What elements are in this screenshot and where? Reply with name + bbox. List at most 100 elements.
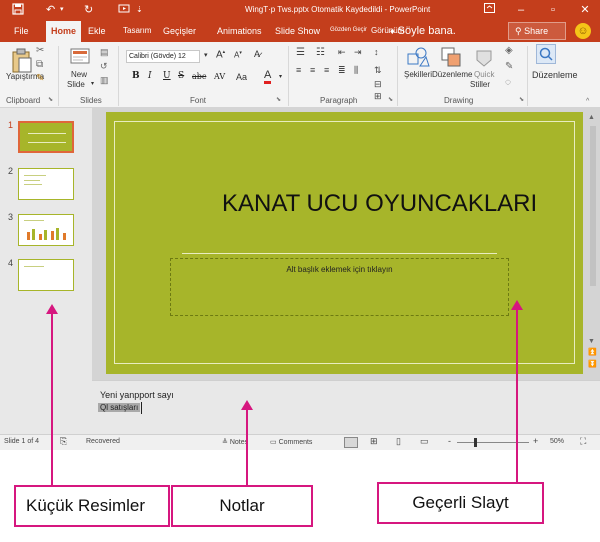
undo-dropdown-icon[interactable]: ▾ bbox=[60, 3, 64, 17]
shapes-label[interactable]: Şekilleri bbox=[404, 70, 432, 79]
tab-slide-show[interactable]: Slide Show bbox=[275, 24, 320, 38]
collapse-ribbon-icon[interactable]: ^ bbox=[586, 98, 589, 105]
notes-pane[interactable]: Yeni yanpport sayı Ql satışları bbox=[92, 380, 600, 434]
notes-toggle[interactable]: ≜ Notes bbox=[222, 438, 248, 446]
new-slide-icon[interactable] bbox=[70, 48, 90, 68]
shapes-icon[interactable] bbox=[406, 46, 430, 70]
vertical-scrollbar[interactable] bbox=[588, 112, 598, 362]
quick-styles-label-1[interactable]: Quick bbox=[474, 70, 494, 79]
scrollbar-thumb[interactable] bbox=[590, 126, 596, 286]
next-slide-icon[interactable]: ⏬ bbox=[588, 360, 597, 368]
arrange-icon[interactable] bbox=[440, 46, 462, 70]
tab-transitions[interactable]: Geçişler bbox=[163, 24, 196, 38]
font-name-box[interactable]: Calibri (Gövde) 12 bbox=[126, 50, 200, 63]
ribbon-display-icon[interactable] bbox=[480, 2, 498, 18]
tab-review[interactable]: Gözden Geçir bbox=[330, 23, 367, 37]
zoom-out-button[interactable]: - bbox=[448, 436, 451, 446]
quick-styles-label-2[interactable]: Stiller bbox=[470, 80, 490, 89]
find-search-icon[interactable] bbox=[536, 44, 556, 64]
increase-font-icon[interactable]: A▴ bbox=[216, 50, 225, 60]
smartart-icon[interactable]: ⊞ bbox=[374, 92, 382, 101]
fit-to-window-icon[interactable]: ⛶ bbox=[580, 436, 586, 447]
slide-sorter-icon[interactable]: ⊞ bbox=[370, 436, 378, 447]
reading-view-icon[interactable]: ▯ bbox=[396, 436, 401, 447]
comments-toggle[interactable]: ▭ Comments bbox=[270, 438, 312, 446]
slide-thumbnail-3[interactable] bbox=[18, 214, 74, 246]
cut-icon[interactable]: ✂ bbox=[36, 46, 44, 56]
clear-formatting-icon[interactable]: A̷ bbox=[254, 50, 260, 59]
align-text-icon[interactable]: ⊟ bbox=[374, 80, 382, 89]
character-spacing-button[interactable]: AV bbox=[214, 72, 225, 81]
save-icon[interactable] bbox=[12, 3, 24, 19]
copy-icon[interactable]: ⧉ bbox=[36, 60, 43, 70]
underline-button[interactable]: U bbox=[163, 71, 171, 81]
zoom-slider-thumb[interactable] bbox=[474, 438, 477, 447]
subtitle-placeholder[interactable]: Alt başlık eklemek için tıklayın bbox=[170, 258, 509, 316]
shape-fill-icon[interactable]: ◈ bbox=[505, 46, 513, 56]
slide-thumbnail-4[interactable] bbox=[18, 259, 74, 291]
section-icon[interactable]: ▥ bbox=[100, 76, 109, 85]
chevron-down-icon[interactable]: ▾ bbox=[91, 81, 94, 87]
share-button[interactable]: ⚲ Share bbox=[508, 22, 566, 40]
align-center-icon[interactable]: ≡ bbox=[310, 66, 315, 75]
editing-group-label[interactable]: Düzenleme bbox=[532, 70, 578, 80]
tab-design[interactable]: Tasarım bbox=[123, 24, 151, 38]
font-color-dropdown-icon[interactable]: ▾ bbox=[279, 74, 282, 80]
zoom-in-button[interactable]: + bbox=[533, 436, 538, 446]
previous-slide-icon[interactable]: ⏫ bbox=[588, 348, 597, 356]
italic-button[interactable]: I bbox=[148, 71, 152, 81]
reset-icon[interactable]: ↺ bbox=[100, 62, 108, 71]
slide-thumbnail-2[interactable] bbox=[18, 168, 74, 200]
tab-home[interactable]: Home bbox=[46, 21, 82, 42]
arrange-label[interactable]: Düzenleme bbox=[432, 70, 472, 79]
clipboard-launcher-icon[interactable]: ⬊ bbox=[48, 97, 53, 103]
quick-styles-icon[interactable] bbox=[474, 48, 494, 70]
columns-icon[interactable]: ⫼ bbox=[354, 66, 358, 75]
decrease-indent-icon[interactable]: ⇤ bbox=[338, 48, 346, 57]
minimize-icon[interactable]: – bbox=[512, 2, 530, 18]
drawing-launcher-icon[interactable]: ⬊ bbox=[519, 97, 524, 103]
tab-file[interactable]: File bbox=[14, 24, 29, 38]
tab-insert[interactable]: Ekle bbox=[88, 24, 106, 38]
current-slide[interactable]: KANAT UCU OYUNCAKLARI Alt başlık eklemek… bbox=[106, 112, 583, 374]
shape-outline-icon[interactable]: ✎ bbox=[505, 62, 513, 72]
scroll-up-icon[interactable]: ▲ bbox=[588, 114, 595, 121]
align-right-icon[interactable]: ≡ bbox=[324, 66, 329, 75]
decrease-font-icon[interactable]: A▾ bbox=[234, 51, 242, 60]
paragraph-launcher-icon[interactable]: ⬊ bbox=[388, 97, 393, 103]
redo-icon[interactable]: ↻ bbox=[84, 3, 93, 17]
format-painter-icon[interactable]: ✎ bbox=[36, 74, 44, 84]
close-icon[interactable]: ✕ bbox=[576, 2, 594, 18]
tab-animations[interactable]: Animations bbox=[217, 24, 262, 38]
scroll-down-icon[interactable]: ▼ bbox=[588, 338, 595, 345]
font-size-dropdown-icon[interactable]: ▾ bbox=[204, 52, 208, 59]
normal-view-icon[interactable] bbox=[344, 437, 358, 448]
start-from-beginning-icon[interactable] bbox=[118, 3, 130, 19]
new-slide-label-1[interactable]: New bbox=[71, 70, 87, 79]
shadow-button[interactable]: abc bbox=[192, 72, 206, 81]
undo-icon[interactable]: ↶ bbox=[46, 3, 55, 17]
layout-icon[interactable]: ▤ bbox=[100, 48, 109, 57]
bold-button[interactable]: B bbox=[132, 71, 140, 81]
shape-effects-icon[interactable]: ◌ bbox=[505, 78, 511, 88]
spelling-icon[interactable]: ⎘ bbox=[60, 436, 67, 447]
font-color-icon[interactable]: A bbox=[264, 70, 272, 84]
slideshow-view-icon[interactable]: ▭ bbox=[420, 436, 429, 447]
increase-indent-icon[interactable]: ⇥ bbox=[354, 48, 362, 57]
numbering-icon[interactable]: ☷ bbox=[316, 48, 325, 58]
new-slide-label-2[interactable]: Slide bbox=[67, 80, 85, 89]
font-launcher-icon[interactable]: ⬊ bbox=[276, 97, 281, 103]
justify-icon[interactable]: ≣ bbox=[338, 66, 346, 75]
change-case-icon[interactable]: Aa bbox=[236, 73, 247, 82]
restore-icon[interactable]: ▫ bbox=[544, 2, 562, 18]
slide-thumbnail-1[interactable] bbox=[18, 121, 74, 153]
tell-me-box[interactable]: ♦ Söyle bana. bbox=[390, 22, 502, 40]
zoom-level[interactable]: 50% bbox=[550, 438, 564, 445]
line-spacing-icon[interactable]: ↕ bbox=[374, 48, 379, 57]
zoom-slider[interactable] bbox=[457, 442, 529, 443]
text-direction-icon[interactable]: ⇅ bbox=[374, 66, 382, 75]
slide-title[interactable]: KANAT UCU OYUNCAKLARI bbox=[222, 190, 537, 218]
strikethrough-button[interactable]: S bbox=[178, 71, 184, 81]
customize-toolbar-icon[interactable]: ⇣ bbox=[136, 3, 143, 17]
align-left-icon[interactable]: ≡ bbox=[296, 66, 301, 75]
